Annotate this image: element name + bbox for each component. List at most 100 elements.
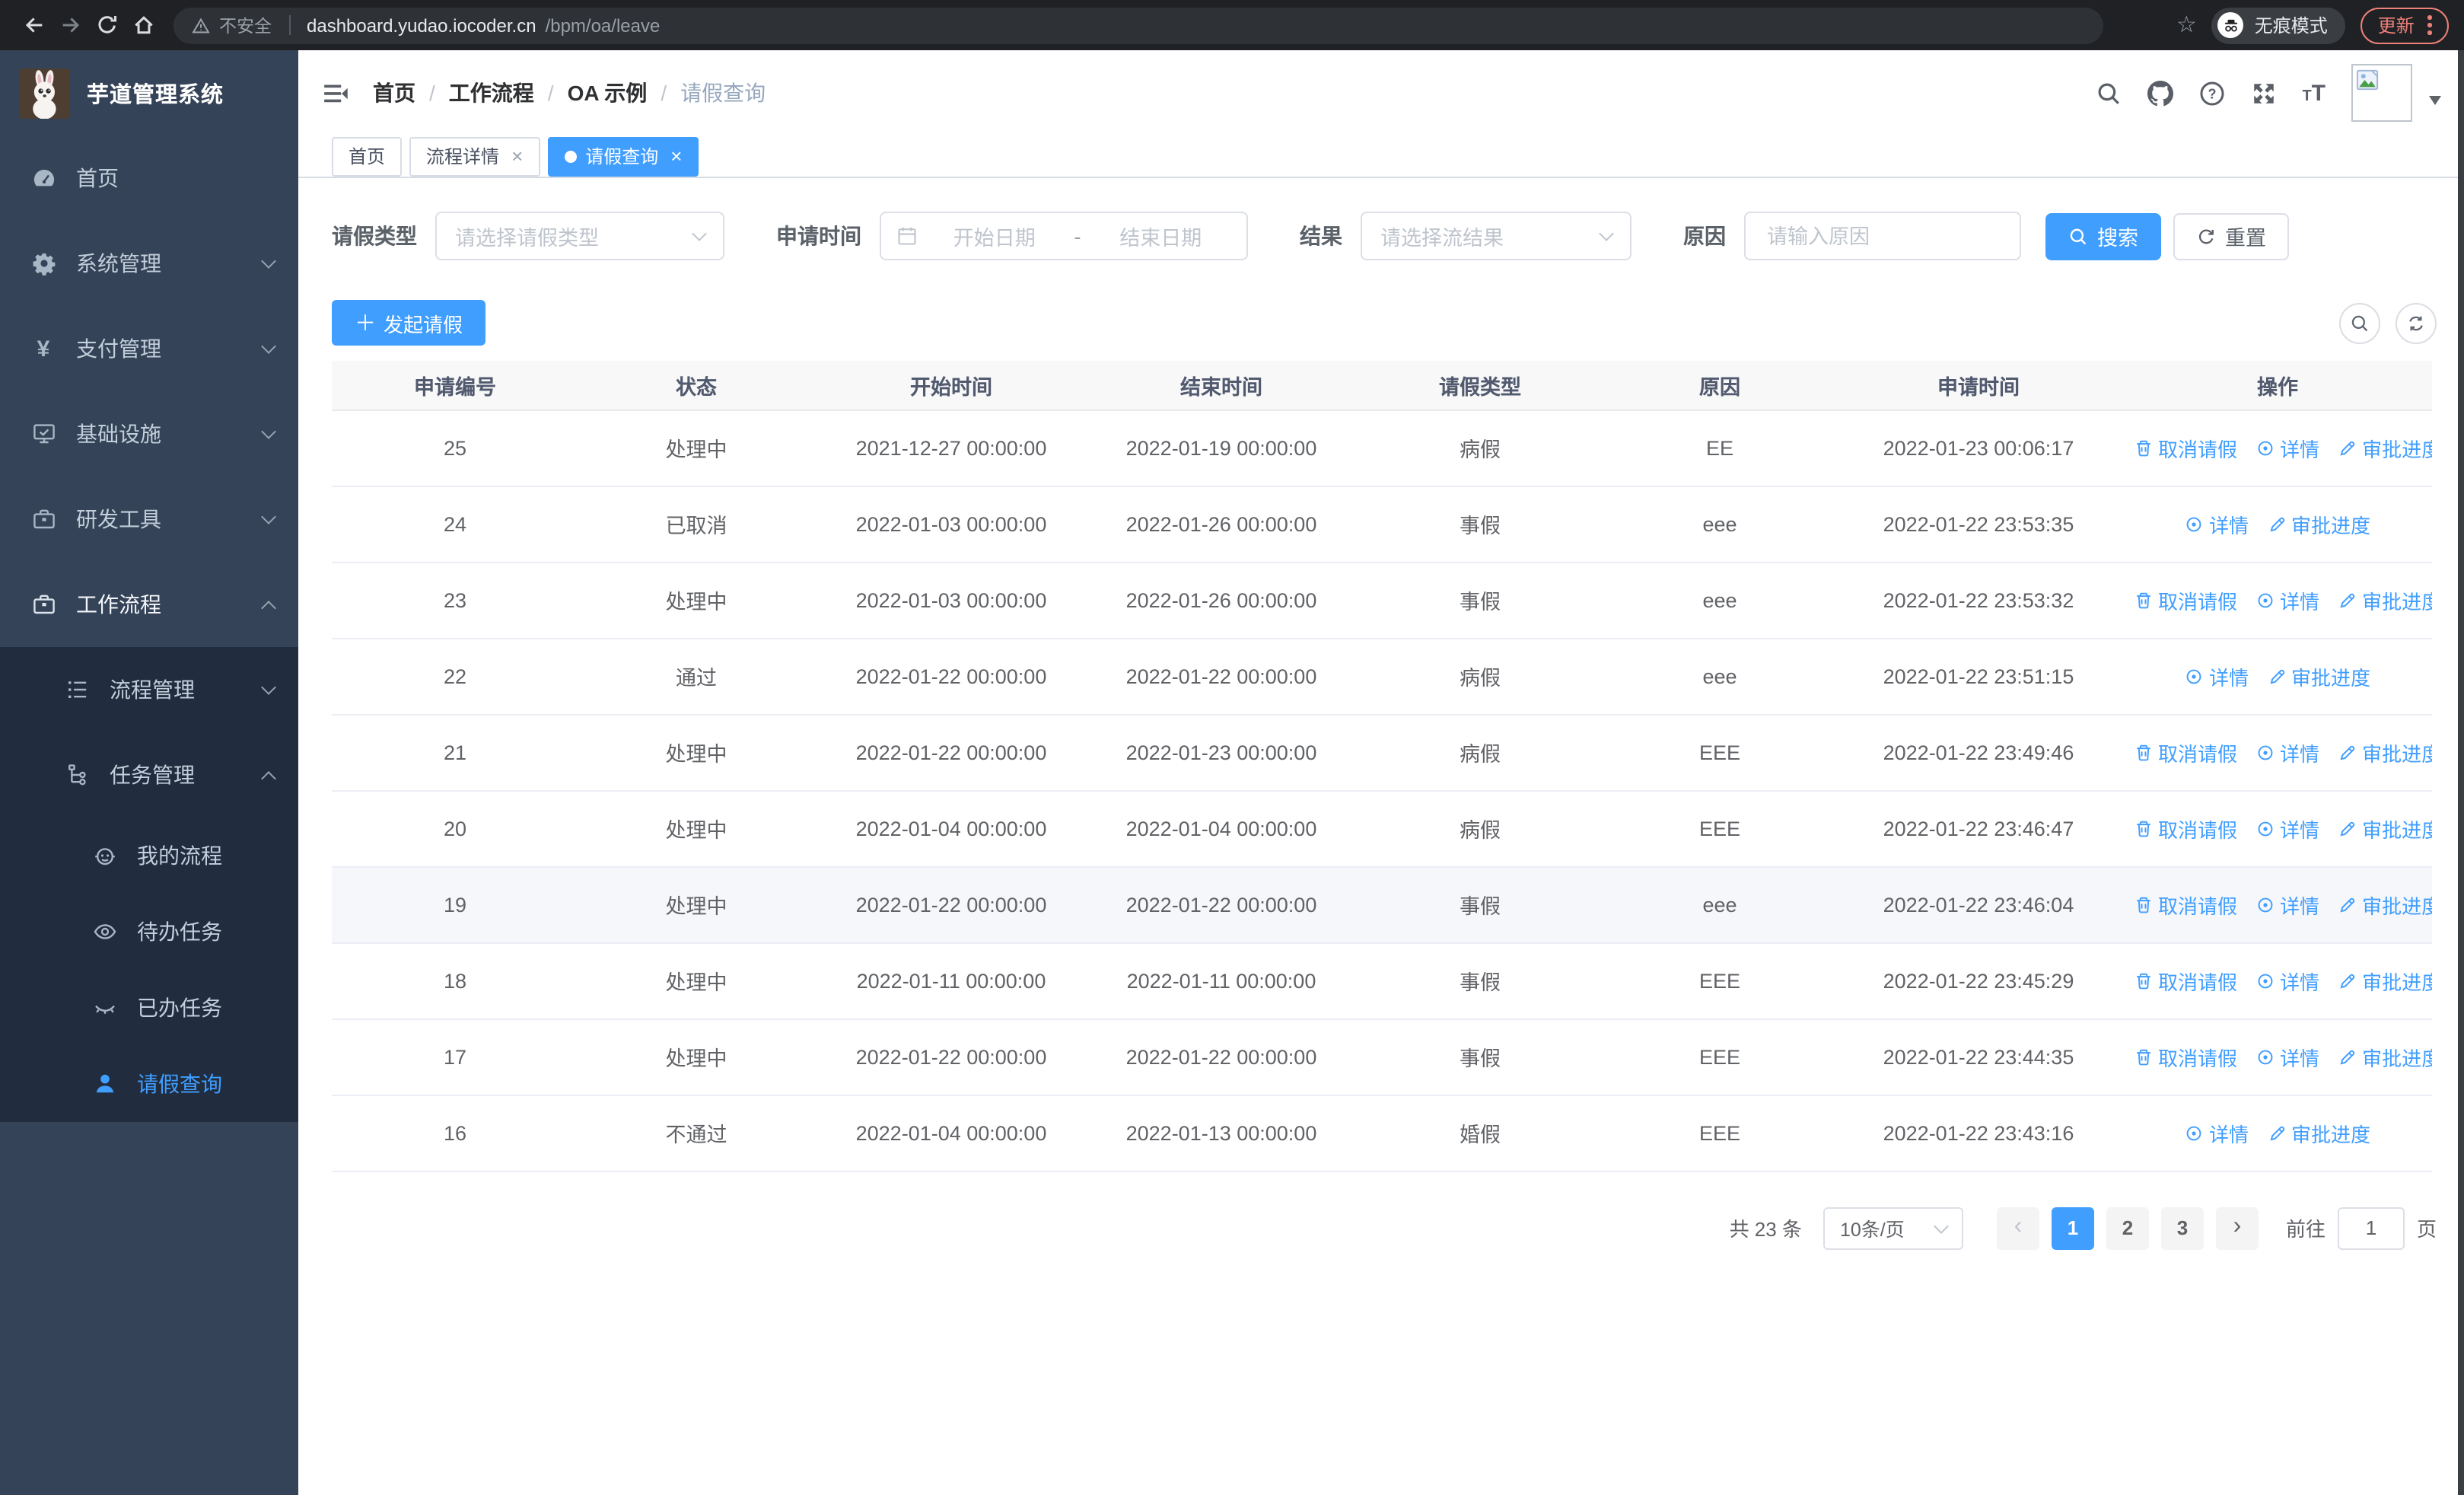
browser-home-icon[interactable] bbox=[125, 7, 161, 43]
detail-action-link[interactable]: 详情 bbox=[2185, 661, 2249, 690]
cell-type: 事假 bbox=[1355, 1018, 1606, 1095]
sidebar-item-task-management[interactable]: 任务管理 bbox=[0, 732, 298, 818]
detail-action-link[interactable]: 详情 bbox=[2255, 890, 2319, 919]
detail-action-link[interactable]: 详情 bbox=[2185, 509, 2249, 538]
browser-update-button[interactable]: 更新 bbox=[2361, 7, 2449, 43]
help-icon[interactable]: ? bbox=[2198, 80, 2224, 106]
column-header-0: 申请编号 bbox=[332, 361, 578, 410]
detail-action-link[interactable]: 详情 bbox=[2255, 585, 2319, 614]
address-bar[interactable]: 不安全 dashboard.yudao.iocoder.cn/bpm/oa/le… bbox=[173, 7, 2103, 43]
tab-process-detail[interactable]: 流程详情 × bbox=[409, 136, 540, 176]
progress-action-link[interactable]: 审批进度 bbox=[2338, 585, 2432, 614]
cancel-action-link[interactable]: 取消请假 bbox=[2134, 1042, 2237, 1071]
sidebar-item-system-management[interactable]: 系统管理 bbox=[0, 221, 298, 306]
apply-time-range-picker[interactable]: 开始日期 - 结束日期 bbox=[880, 212, 1248, 260]
cancel-action-link[interactable]: 取消请假 bbox=[2134, 433, 2237, 462]
result-select[interactable]: 请选择流结果 bbox=[1361, 212, 1632, 260]
cell-start: 2022-01-22 00:00:00 bbox=[814, 866, 1088, 943]
header-search-icon[interactable] bbox=[2095, 80, 2121, 106]
toggle-search-button[interactable] bbox=[2339, 302, 2380, 343]
progress-action-link[interactable]: 审批进度 bbox=[2338, 890, 2432, 919]
detail-action-link[interactable]: 详情 bbox=[2185, 1118, 2249, 1147]
bookmark-star-icon[interactable]: ☆ bbox=[2176, 14, 2197, 37]
sidebar-item-workflow[interactable]: 工作流程 bbox=[0, 562, 298, 647]
sidebar-item-payment-management[interactable]: ¥ 支付管理 bbox=[0, 306, 298, 391]
sidebar-collapse-icon[interactable] bbox=[323, 80, 349, 106]
cancel-action-link[interactable]: 取消请假 bbox=[2134, 890, 2237, 919]
tab-home[interactable]: 首页 bbox=[332, 136, 403, 176]
tab-label: 请假查询 bbox=[585, 146, 659, 167]
cancel-action-link[interactable]: 取消请假 bbox=[2134, 585, 2237, 614]
cell-id: 18 bbox=[332, 942, 578, 1019]
sidebar-item-process-management[interactable]: 流程管理 bbox=[0, 647, 298, 732]
user-avatar[interactable] bbox=[2351, 64, 2412, 122]
progress-action-link[interactable]: 审批进度 bbox=[2267, 509, 2370, 538]
yen-icon: ¥ bbox=[37, 336, 50, 362]
cell-reason: eee bbox=[1606, 638, 1834, 715]
avatar-dropdown-caret-icon[interactable] bbox=[2429, 96, 2441, 105]
app-logo-row[interactable]: 芋道管理系统 bbox=[0, 50, 298, 135]
cell-apply_time: 2022-01-22 23:45:29 bbox=[1834, 942, 2123, 1019]
font-size-icon[interactable]: TT bbox=[2302, 81, 2326, 104]
search-button[interactable]: 搜索 bbox=[2045, 212, 2161, 260]
sidebar-item-dev-tools[interactable]: 研发工具 bbox=[0, 477, 298, 562]
progress-action-link[interactable]: 审批进度 bbox=[2338, 433, 2432, 462]
leave-type-select[interactable]: 请选择请假类型 bbox=[435, 212, 724, 260]
tab-leave-query[interactable]: 请假查询 × bbox=[547, 136, 699, 176]
result-placeholder: 请选择流结果 bbox=[1380, 227, 1504, 250]
progress-action-link[interactable]: 审批进度 bbox=[2338, 738, 2432, 767]
refresh-table-button[interactable] bbox=[2396, 302, 2437, 343]
browser-back-icon[interactable] bbox=[15, 7, 52, 43]
calendar-icon bbox=[896, 225, 918, 247]
detail-action-link[interactable]: 详情 bbox=[2255, 738, 2319, 767]
cancel-action-link[interactable]: 取消请假 bbox=[2134, 966, 2237, 995]
tab-close-icon[interactable]: × bbox=[670, 146, 682, 166]
page-button-1[interactable]: 1 bbox=[2051, 1207, 2094, 1249]
sidebar-item-infrastructure[interactable]: 基础设施 bbox=[0, 391, 298, 477]
detail-action-link[interactable]: 详情 bbox=[2255, 966, 2319, 995]
browser-forward-icon[interactable] bbox=[52, 7, 88, 43]
sidebar-item-my-processes[interactable]: 我的流程 bbox=[0, 818, 298, 894]
detail-action-link[interactable]: 详情 bbox=[2255, 433, 2319, 462]
sidebar-item-done-tasks[interactable]: 已办任务 bbox=[0, 970, 298, 1046]
progress-action-link[interactable]: 审批进度 bbox=[2338, 966, 2432, 995]
progress-action-link[interactable]: 审批进度 bbox=[2267, 661, 2370, 690]
cell-apply_time: 2022-01-23 00:06:17 bbox=[1834, 410, 2123, 486]
sidebar-item-home[interactable]: 首页 bbox=[0, 135, 298, 221]
progress-action-link[interactable]: 审批进度 bbox=[2267, 1118, 2370, 1147]
create-leave-button[interactable]: ＋ 发起请假 bbox=[332, 300, 486, 346]
breadcrumb-oa-example[interactable]: OA 示例 bbox=[568, 78, 648, 108]
cancel-action-link[interactable]: 取消请假 bbox=[2134, 814, 2237, 843]
cancel-action-link[interactable]: 取消请假 bbox=[2134, 738, 2237, 767]
next-page-button[interactable]: › bbox=[2215, 1207, 2259, 1249]
goto-page-input[interactable] bbox=[2337, 1207, 2405, 1249]
table-row-25: 25 处理中 2021-12-27 00:00:00 2022-01-19 00:00… bbox=[332, 410, 2432, 486]
detail-action-link[interactable]: 详情 bbox=[2255, 814, 2319, 843]
reason-input[interactable] bbox=[1764, 223, 2001, 249]
progress-action-link[interactable]: 审批进度 bbox=[2338, 1042, 2432, 1071]
tab-label: 首页 bbox=[349, 146, 386, 167]
fullscreen-icon[interactable] bbox=[2250, 80, 2276, 106]
tree-icon bbox=[64, 762, 90, 788]
prev-page-button[interactable]: ‹ bbox=[1996, 1207, 2039, 1249]
reset-button[interactable]: 重置 bbox=[2173, 212, 2289, 260]
page-size-select[interactable]: 10条/页 bbox=[1823, 1207, 1963, 1249]
leave-type-label: 请假类型 bbox=[332, 224, 417, 248]
sidebar-item-label: 基础设施 bbox=[76, 422, 161, 446]
page-button-2[interactable]: 2 bbox=[2106, 1207, 2149, 1249]
browser-menu-icon[interactable] bbox=[2427, 15, 2432, 35]
breadcrumb-workflow[interactable]: 工作流程 bbox=[449, 78, 534, 108]
progress-action-link[interactable]: 审批进度 bbox=[2338, 814, 2432, 843]
browser-reload-icon[interactable] bbox=[88, 7, 125, 43]
sidebar-item-leave-query[interactable]: 请假查询 bbox=[0, 1046, 298, 1122]
github-icon[interactable] bbox=[2147, 80, 2173, 106]
sidebar-item-todo-tasks[interactable]: 待办任务 bbox=[0, 894, 298, 970]
search-icon bbox=[2070, 228, 2087, 244]
cell-status: 通过 bbox=[578, 638, 814, 715]
tab-close-icon[interactable]: × bbox=[511, 146, 523, 166]
detail-action-link[interactable]: 详情 bbox=[2255, 1042, 2319, 1071]
sidebar-item-label: 支付管理 bbox=[76, 336, 161, 361]
cell-type: 病假 bbox=[1355, 714, 1606, 791]
page-button-3[interactable]: 3 bbox=[2160, 1207, 2204, 1249]
breadcrumb-home[interactable]: 首页 bbox=[373, 78, 415, 108]
